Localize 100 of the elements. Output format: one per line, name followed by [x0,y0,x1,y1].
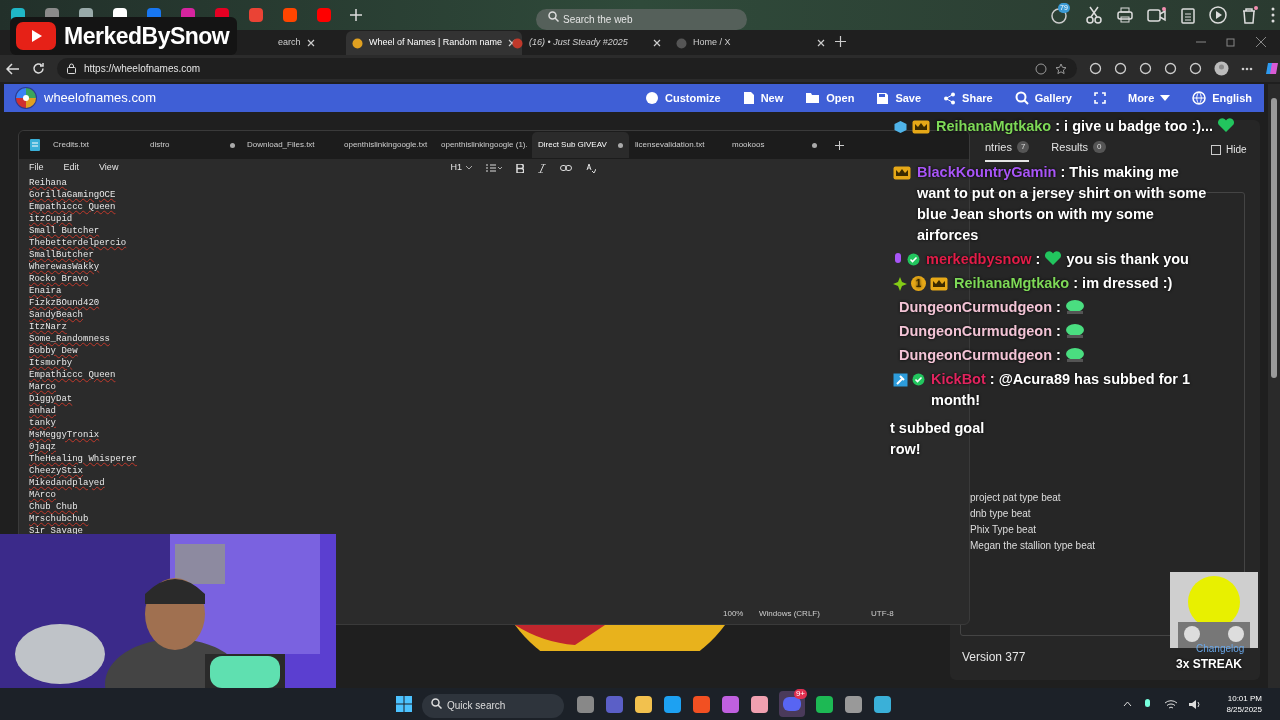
address-bar[interactable]: https://wheelofnames.com [57,58,1077,79]
heading-dropdown[interactable]: H1 [450,161,472,175]
reload-icon [32,62,45,75]
nav-button[interactable]: Save [876,89,922,107]
chat-message: KickBot : @Acura89 has subbed for 1 month! [931,370,1192,410]
browser-tab[interactable]: earch [272,31,321,55]
clock-time[interactable]: 10:01 PM [1227,693,1262,704]
clock-date[interactable]: 8/25/2025 [1226,704,1262,715]
app-icon [783,697,801,711]
document-tab[interactable]: openthislinkingoogle (1). [435,132,532,158]
share-icon [943,91,957,105]
text-line: Rocko Bravo [29,273,89,285]
document-tab[interactable]: licensevalidation.txt [629,132,726,158]
document-tab[interactable]: Download_Files.txt [241,132,338,158]
document-icon [742,91,755,105]
browser-tab[interactable]: Wheel of Names | Random name [346,31,522,55]
heart-icon [1217,118,1236,133]
blob-emote-icon [1064,298,1085,315]
lock-icon [67,63,76,74]
chat-message: merkedbysnow : you sis thank you [926,250,1189,269]
close-icon [1256,37,1266,47]
text-line: Marco [29,381,56,393]
hide-checkbox[interactable]: Hide [1211,142,1247,157]
nav-button[interactable]: Customize [645,89,721,107]
youtube-logo-icon [16,22,56,50]
trash-icon [1240,6,1258,24]
play-icon [1209,6,1227,24]
tab-favicon [352,37,363,49]
taskbar-app-icon[interactable] [815,694,834,714]
taskbar-app-icon[interactable] [844,694,863,714]
document-tab[interactable]: mookoos [726,132,823,158]
close-icon [306,39,315,47]
nav-button[interactable]: Gallery [1014,89,1072,107]
fullscreen-button[interactable] [1094,92,1106,104]
heart-icon [1044,251,1063,266]
panel-tab[interactable]: Results 0 [1051,139,1106,162]
chevron-up-icon [1123,701,1133,707]
text-line: Empathiccc Queen [29,201,116,213]
text-line: Reihana [29,177,67,189]
search-field[interactable]: Quick search [422,693,564,718]
sparkle-icon [893,276,907,291]
status-text: UTF-8 [871,608,895,620]
chat-message: ReihanaMgtkako : i give u badge too :)... [936,116,1236,137]
globe-icon [1192,91,1207,105]
changelog-link[interactable]: Changelog [1196,643,1245,655]
taskbar-app-icon[interactable] [576,694,595,714]
document-tab[interactable]: Direct Sub GIVEAV [532,132,629,158]
text-line: FizkzBOund420 [29,297,100,309]
channel-name: MerkedBySnow [64,21,230,51]
italic-icon [537,163,546,173]
scrollbar-thumb[interactable] [1271,98,1277,378]
verified-icon [907,253,920,266]
site-title[interactable]: wheelofnames.com [44,88,156,108]
wheel-logo-icon [14,86,38,110]
panel-tab[interactable]: ntries 7 [985,139,1030,162]
verified-icon [912,373,925,386]
profile-icon [1214,61,1229,76]
entry-text: Phix Type beat [970,523,1036,537]
menu-item[interactable]: Edit [63,161,80,175]
text-line: MsMeggyTronix [29,429,100,441]
search-icon [1014,91,1029,105]
bookmark-icon [316,7,332,23]
folder-icon [805,92,821,104]
search-icon [431,698,442,709]
nav-button[interactable]: Open [805,89,855,107]
taskbar-app-icon[interactable] [721,694,740,714]
document-tab[interactable]: openthislinkingoogle.txt [338,132,435,158]
nav-button[interactable]: Share [943,89,993,107]
text-line: Mikedandplayed [29,477,105,489]
taskbar-app-icon[interactable] [663,694,682,714]
close-icon [817,39,825,47]
text-line: TheHealing Whisperer [29,453,138,465]
video-camera-icon [1147,6,1167,24]
document-tab[interactable]: distro [144,132,241,158]
link-icon [559,164,572,172]
taskbar-app-icon[interactable] [692,694,711,714]
nav-button[interactable]: English [1192,89,1252,107]
taskbar-app-icon[interactable] [750,694,769,714]
windows-icon [396,696,412,712]
document-tab[interactable]: Credits.txt [47,132,144,158]
fullscreen-icon [1094,92,1106,104]
menu-item[interactable]: File [29,161,44,175]
caret-icon [1160,95,1171,101]
tab-favicon [676,37,687,49]
nav-button[interactable]: More [1128,89,1171,107]
text-line: Enaira [29,285,62,297]
menu-item[interactable]: View [99,161,119,175]
tab-favicon [512,37,523,49]
text-line: Chub Chub [29,501,78,513]
browser-tab[interactable]: Home / X [670,31,831,55]
taskbar-app[interactable]: 9+ [779,691,805,717]
text-line: 0jaqz [29,441,56,453]
taskbar-app-icon[interactable] [634,694,653,714]
version-text: Version 377 [962,649,1026,666]
nav-button[interactable]: New [742,89,784,107]
taskbar-app-icon[interactable] [873,694,892,714]
text-line: Empathiccc Queen [29,369,116,381]
text-line: SmallButcher [29,249,94,261]
blob-emote-icon [1064,322,1085,339]
search-field[interactable]: Search the web [536,9,747,30]
